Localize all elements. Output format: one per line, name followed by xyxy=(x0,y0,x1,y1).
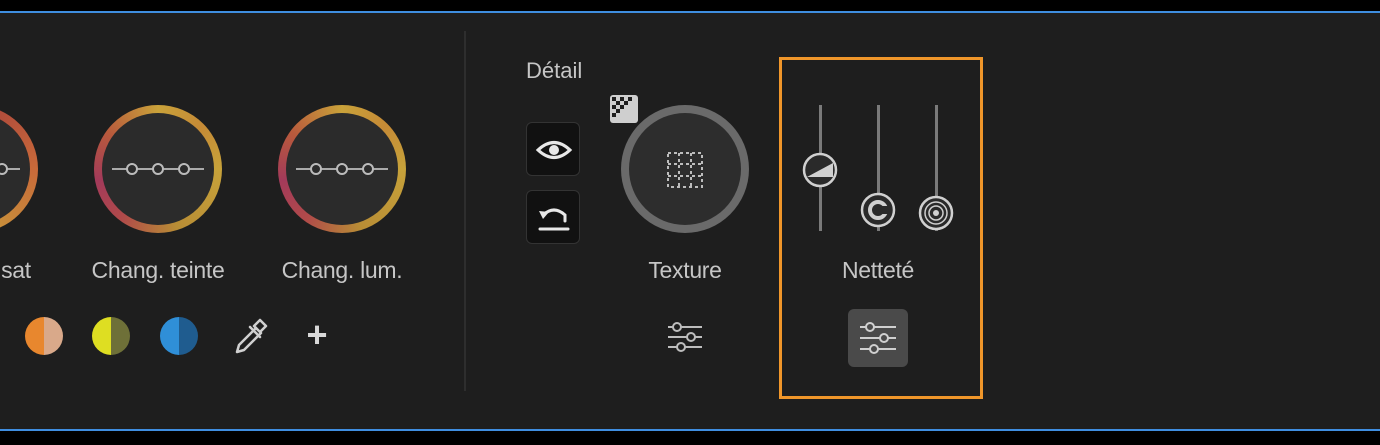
texture-pattern-icon xyxy=(667,152,703,188)
color-detail-panel: sat Chang. teinte Chang. lum. + Détail T… xyxy=(0,11,1380,431)
luminance-shift-wheel[interactable] xyxy=(278,105,406,233)
sharpness-label: Netteté xyxy=(841,257,915,283)
add-color-button[interactable]: + xyxy=(300,315,334,355)
swatch-orange[interactable] xyxy=(25,317,63,355)
reset-icon xyxy=(538,208,570,231)
sharpness-detail-handle[interactable] xyxy=(917,194,955,232)
texture-dial[interactable] xyxy=(621,105,749,233)
hue-shift-wheel[interactable] xyxy=(94,105,222,233)
toggle-visibility-button[interactable] xyxy=(526,122,580,176)
hue-shift-label: Chang. teinte xyxy=(91,257,225,283)
texture-settings-icon[interactable] xyxy=(665,319,705,355)
eyedropper-icon[interactable] xyxy=(230,315,270,359)
sharpness-settings-button[interactable] xyxy=(848,309,908,367)
sharpness-amount-handle[interactable] xyxy=(801,151,839,189)
detail-section-title: Détail xyxy=(526,58,583,83)
section-divider xyxy=(464,31,466,391)
saturation-label: sat xyxy=(1,257,31,283)
sharpness-radius-handle[interactable] xyxy=(859,191,897,229)
reset-button[interactable] xyxy=(526,190,580,244)
luminance-shift-handle-icon xyxy=(296,163,388,175)
luminance-shift-label: Chang. lum. xyxy=(281,257,403,283)
eye-icon xyxy=(535,141,573,159)
saturation-wheel[interactable] xyxy=(0,105,38,233)
swatch-yellow[interactable] xyxy=(92,317,130,355)
wheel-handle-icon xyxy=(0,163,20,175)
hue-shift-handle-icon xyxy=(112,163,204,175)
swatch-blue[interactable] xyxy=(160,317,198,355)
sliders-icon xyxy=(860,322,896,354)
texture-label: Texture xyxy=(648,257,722,283)
